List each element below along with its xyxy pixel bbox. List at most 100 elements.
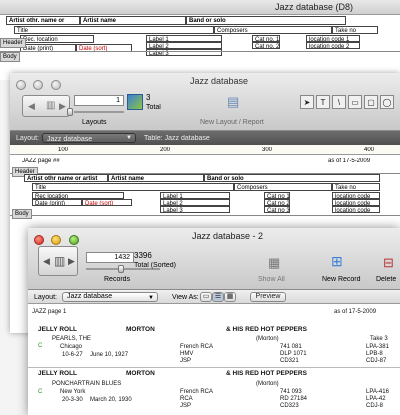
song-title: PONCHARTRAIN BLUES: [52, 381, 122, 387]
table-view-icon[interactable]: ▦: [224, 292, 236, 302]
delete-record-icon[interactable]: ⊟: [383, 256, 394, 269]
field-take-no[interactable]: Take no: [332, 183, 380, 191]
record-slider-track[interactable]: [74, 111, 124, 113]
new-layout-icon[interactable]: ▤: [227, 95, 239, 108]
field-cat-no-3[interactable]: Cat no 3: [264, 206, 290, 213]
layout-navigator[interactable]: ◀ ▥ ▶: [22, 95, 70, 117]
list-item[interactable]: JELLY ROLL MORTON & HIS RED HOT PEPPERS …: [28, 323, 400, 367]
next-record-icon[interactable]: ▶: [68, 257, 75, 266]
close-button[interactable]: [16, 80, 26, 90]
record-slider-thumb[interactable]: [67, 108, 73, 116]
field-rec-location[interactable]: Rec location: [32, 192, 124, 199]
total-count: 3: [146, 94, 151, 102]
close-button[interactable]: [34, 235, 44, 245]
show-all-button[interactable]: Show All: [258, 276, 285, 283]
record-number-input[interactable]: 1432: [86, 252, 134, 263]
next-icon[interactable]: ▶: [59, 102, 66, 111]
text-tool-icon[interactable]: T: [316, 95, 330, 109]
label-2: RCA: [180, 396, 193, 402]
field-location-code-2[interactable]: location code 2: [306, 42, 360, 49]
book-icon: ▥: [54, 255, 66, 267]
field-date-print[interactable]: Date (print): [32, 199, 82, 206]
date-sort: March 20, 1930: [90, 397, 132, 403]
field-label-1[interactable]: Label 1: [146, 35, 222, 42]
table-label: Table: Jazz database: [144, 135, 210, 142]
front-window-title: Jazz database - 2: [192, 232, 264, 241]
label-3: JSP: [180, 358, 192, 364]
field-take-no[interactable]: Take no: [332, 26, 378, 34]
horizontal-ruler[interactable]: 100 200 300 400: [10, 145, 400, 155]
field-band-or-solo[interactable]: Band or solo: [186, 16, 346, 25]
line-tool-icon[interactable]: \: [332, 95, 346, 109]
field-location-code-2[interactable]: location code: [332, 199, 380, 206]
list-view-icon[interactable]: ☰: [212, 292, 224, 302]
zoom-button[interactable]: [50, 80, 61, 90]
body-part-tag[interactable]: Body: [12, 209, 32, 219]
new-layout-report-button[interactable]: New Layout / Report: [200, 119, 264, 126]
preview-button[interactable]: Preview: [250, 292, 286, 302]
field-band-or-solo[interactable]: Band or solo: [204, 174, 380, 182]
record-number-input[interactable]: 1: [74, 95, 124, 106]
previous-record-icon[interactable]: ◀: [43, 257, 50, 266]
cat-no-2: DLP 1071: [280, 351, 307, 357]
field-composers[interactable]: Composers: [234, 183, 332, 191]
ruler-mark: 200: [160, 147, 171, 153]
location-code-1: LPA-381: [366, 344, 389, 350]
field-artist-name[interactable]: Artist name: [80, 16, 186, 25]
minimize-button[interactable]: [51, 235, 62, 245]
field-artist-other[interactable]: Artist othr. name or: [6, 16, 80, 25]
label-1: French RCA: [180, 344, 214, 350]
field-label-3[interactable]: Label 3: [160, 206, 230, 213]
pointer-tool-icon[interactable]: ➤: [300, 95, 314, 109]
total-count: 3396: [134, 252, 152, 260]
field-label-2[interactable]: Label 2: [160, 199, 230, 206]
record-navigator[interactable]: ◀ ▥ ▶: [38, 246, 78, 276]
field-location-code-3[interactable]: location code: [332, 206, 380, 213]
field-date-sort[interactable]: Date (sort): [82, 199, 132, 206]
back-window: Jazz database (D8) Artist othr. name or …: [0, 0, 400, 80]
zoom-button[interactable]: [68, 235, 79, 245]
field-title[interactable]: Title: [14, 26, 214, 34]
cat-no-3: CD321: [280, 358, 299, 364]
layout-select[interactable]: Jazz database ▼: [62, 292, 158, 302]
record-slider-thumb[interactable]: [118, 265, 124, 273]
field-rec-location[interactable]: Rec. location: [20, 35, 94, 43]
field-label-1[interactable]: Label 1: [160, 192, 230, 199]
layout-select[interactable]: Jazz database ▼: [42, 133, 136, 143]
field-title[interactable]: Title: [32, 183, 234, 191]
band-name: & HIS RED HOT PEPPERS: [226, 326, 307, 333]
back-header-tag[interactable]: Header: [0, 38, 26, 48]
field-location-code-1[interactable]: location code: [332, 192, 380, 199]
field-cat-no-2[interactable]: Cat no. 2: [252, 42, 280, 49]
layouts-label: Layouts: [82, 119, 107, 126]
back-window-titlebar[interactable]: Jazz database (D8): [0, 0, 400, 15]
view-as-label: View As:: [172, 294, 199, 301]
records-list: JAZZ page 1 as of 17-5-2009 JELLY ROLL M…: [28, 305, 400, 415]
field-artist-name[interactable]: Artist name: [108, 174, 204, 182]
field-cat-no-2[interactable]: Cat no 2: [264, 199, 290, 206]
minimize-button[interactable]: [33, 80, 44, 90]
back-body-tag[interactable]: Body: [0, 52, 20, 62]
form-view-icon[interactable]: ▭: [200, 292, 212, 302]
new-record-icon[interactable]: ⊞: [331, 254, 343, 268]
oval-tool-icon[interactable]: ◯: [380, 95, 394, 109]
band-name: & HIS RED HOT PEPPERS: [226, 370, 307, 377]
ruler-mark: 100: [58, 147, 69, 153]
mid-window-toolbar: Jazz database ◀ ▥ ▶ 1 3 Total Layouts ▤ …: [10, 73, 400, 131]
layout-select-value: Jazz database: [47, 136, 93, 143]
list-item[interactable]: JELLY ROLL MORTON & HIS RED HOT PEPPERS …: [28, 368, 400, 415]
date-sort: June 10, 1927: [90, 352, 129, 358]
label-3: JSP: [180, 403, 192, 409]
field-cat-no-1[interactable]: Cat no 1: [264, 192, 290, 199]
delete-record-button[interactable]: Delete: [376, 276, 396, 283]
rounded-rectangle-tool-icon[interactable]: ▢: [364, 95, 378, 109]
field-composers[interactable]: Composers: [214, 26, 332, 34]
previous-icon[interactable]: ◀: [28, 102, 35, 111]
field-artist-other[interactable]: Artist othr name or artist: [24, 174, 108, 182]
field-location-code-1[interactable]: location code 1: [306, 35, 360, 42]
show-all-icon[interactable]: ▦: [268, 256, 280, 269]
new-record-button[interactable]: New Record: [322, 276, 361, 283]
field-label-2[interactable]: Label 2: [146, 42, 222, 49]
rectangle-tool-icon[interactable]: ▭: [348, 95, 362, 109]
field-cat-no-1[interactable]: Cat no. 1: [252, 35, 280, 42]
